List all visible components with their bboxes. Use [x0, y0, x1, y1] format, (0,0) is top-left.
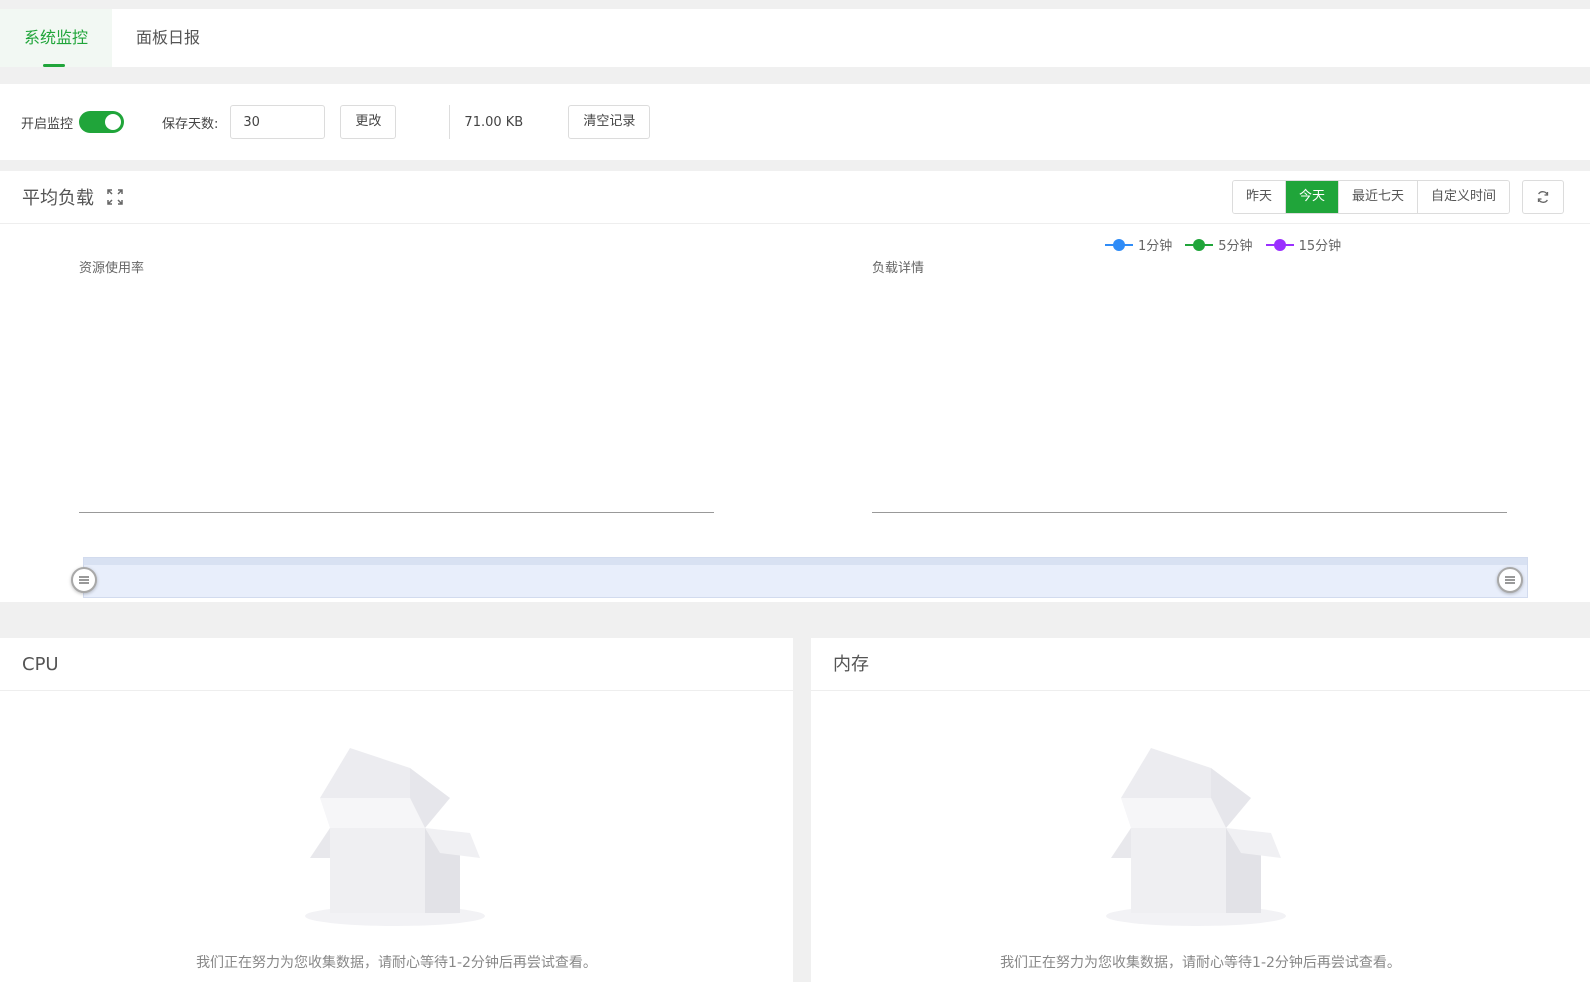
- monitor-toggle[interactable]: [79, 111, 125, 133]
- cpu-panel: CPU 我们正在努力为您收集数据，请耐心等待1-2分钟后再尝试查看。: [0, 638, 793, 982]
- load-detail-x-axis: [872, 512, 1507, 513]
- legend-label: 15分钟: [1298, 239, 1342, 254]
- range-custom[interactable]: 自定义时间: [1417, 181, 1509, 213]
- tab-panel-daily-report[interactable]: 面板日报: [112, 9, 224, 67]
- memory-empty-message: 我们正在努力为您收集数据，请耐心等待1-2分钟后再尝试查看。: [1000, 955, 1401, 971]
- legend-item-1min[interactable]: 1分钟: [1105, 235, 1172, 254]
- range-yesterday[interactable]: 昨天: [1232, 181, 1286, 213]
- resource-usage-x-axis: [79, 512, 714, 513]
- zoom-handle-right[interactable]: [1497, 567, 1523, 593]
- range-last-seven-days[interactable]: 最近七天: [1338, 181, 1418, 213]
- empty-box-icon: [1106, 748, 1286, 926]
- time-range-group: 昨天 今天 最近七天 自定义时间: [1231, 180, 1510, 214]
- monitor-toolbar: 开启监控 保存天数: 更改 71.00 KB 清空记录: [0, 84, 1590, 160]
- load-detail-chart-title: 负载详情: [872, 261, 925, 276]
- monitor-label: 开启监控: [21, 116, 74, 132]
- log-size: 71.00 KB: [464, 114, 524, 130]
- empty-box-icon: [305, 748, 485, 926]
- legend-item-15min[interactable]: 15分钟: [1265, 235, 1342, 254]
- range-today[interactable]: 今天: [1285, 181, 1339, 213]
- legend-item-5min[interactable]: 5分钟: [1185, 235, 1253, 254]
- legend-label: 5分钟: [1218, 239, 1253, 254]
- load-panel-header: 平均负载 昨天 今天 最近七天 自定义时间: [0, 171, 1590, 224]
- legend-label: 1分钟: [1138, 239, 1173, 254]
- legend-marker-icon: [1265, 238, 1294, 252]
- cpu-title: CPU: [0, 638, 793, 691]
- memory-panel: 内存 我们正在努力为您收集数据，请耐心等待1-2分钟后再尝试查看。: [811, 638, 1590, 982]
- tab-system-monitor[interactable]: 系统监控: [0, 9, 113, 67]
- top-tabs: 系统监控 面板日报: [0, 9, 1590, 67]
- resource-usage-chart-title: 资源使用率: [79, 261, 145, 276]
- load-legend: 1分钟 5分钟 15分钟: [1105, 235, 1354, 254]
- days-label: 保存天数:: [162, 116, 219, 132]
- load-panel: 平均负载 昨天 今天 最近七天 自定义时间 1分钟 5分钟 15分钟 资源使用率…: [0, 171, 1590, 602]
- memory-title: 内存: [811, 638, 1590, 691]
- legend-marker-icon: [1185, 238, 1214, 252]
- zoom-handle-left[interactable]: [71, 567, 97, 593]
- days-input[interactable]: [230, 105, 326, 139]
- load-title: 平均负载: [22, 188, 94, 209]
- clear-records-button[interactable]: 清空记录: [568, 105, 651, 139]
- legend-marker-icon: [1105, 238, 1133, 252]
- cpu-empty-message: 我们正在努力为您收集数据，请耐心等待1-2分钟后再尝试查看。: [196, 955, 597, 971]
- fullscreen-icon[interactable]: [106, 188, 124, 206]
- change-button[interactable]: 更改: [340, 105, 397, 139]
- divider: [449, 105, 451, 139]
- refresh-button[interactable]: [1522, 180, 1564, 214]
- data-zoom-slider[interactable]: [83, 557, 1528, 598]
- refresh-icon: [1537, 191, 1549, 203]
